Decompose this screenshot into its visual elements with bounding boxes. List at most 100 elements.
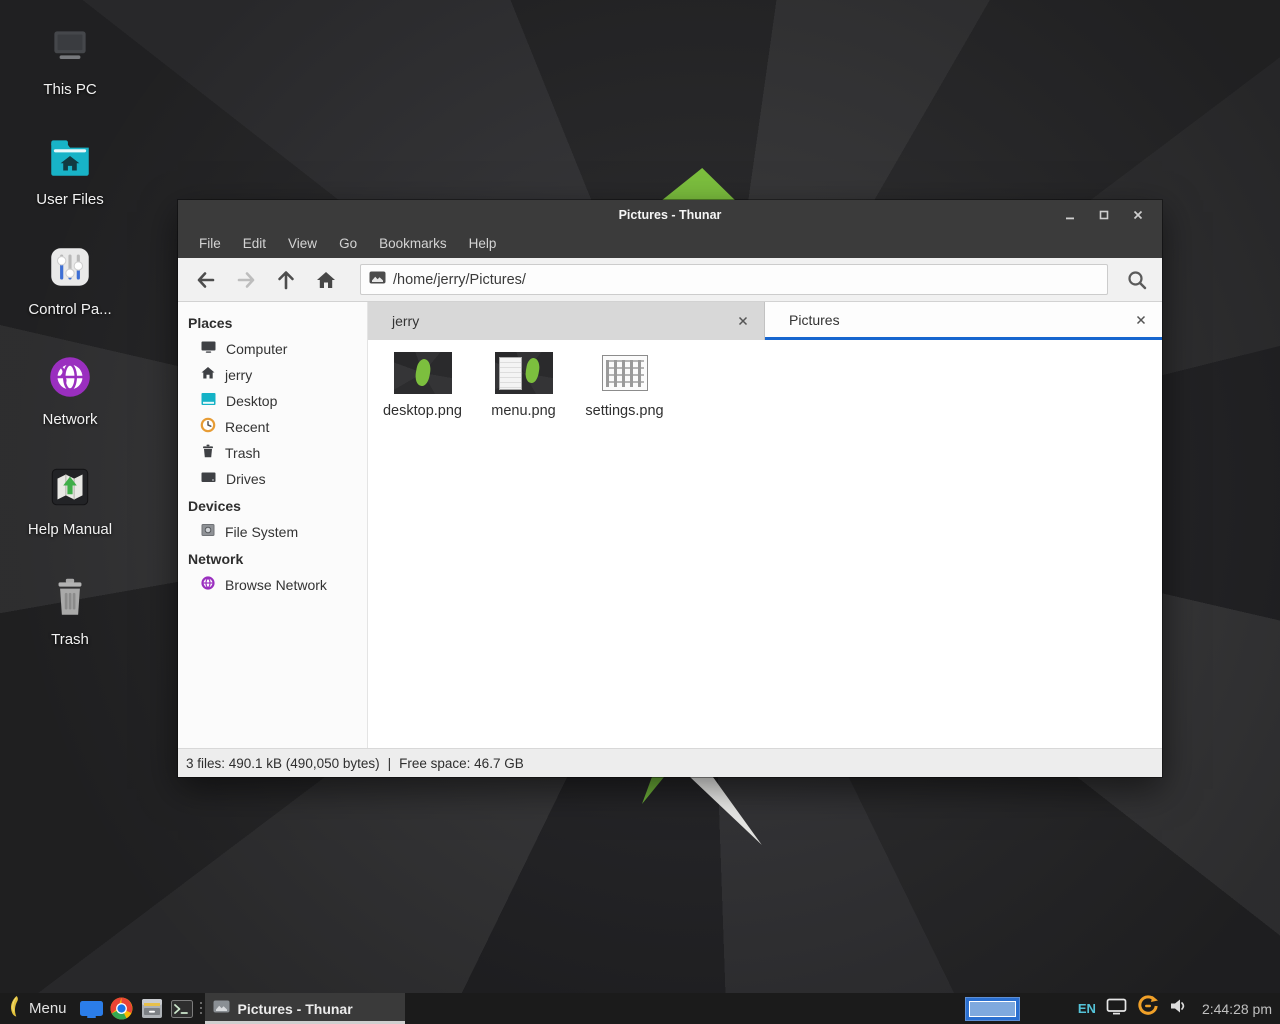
menu-bar: File Edit View Go Bookmarks Help xyxy=(178,230,1162,258)
toolbar: /home/jerry/Pictures/ xyxy=(178,258,1162,302)
system-tray: EN 2:44:28 pm xyxy=(965,995,1280,1022)
home-button[interactable] xyxy=(306,262,346,298)
sidebar-item-desktop[interactable]: Desktop xyxy=(178,388,367,414)
desktop-icon-label: Network xyxy=(42,411,97,428)
desktop-icon-label: Trash xyxy=(51,631,89,648)
desktop-icon-column: This PC User Files xyxy=(14,22,126,682)
status-separator: | xyxy=(388,756,392,771)
path-text: /home/jerry/Pictures/ xyxy=(393,272,526,288)
desktop-icon-trash[interactable]: Trash xyxy=(14,572,126,682)
file-menu-png[interactable]: menu.png xyxy=(473,350,574,419)
desktop-icon-label: Control Pa... xyxy=(28,301,111,318)
desktop-icon-label: This PC xyxy=(43,81,96,98)
wallpaper-green-sliver xyxy=(642,777,664,804)
image-thumbnail xyxy=(495,350,553,396)
sidebar-item-jerry[interactable]: jerry xyxy=(178,362,367,388)
desktop-icon-this-pc[interactable]: This PC xyxy=(14,22,126,132)
globe-icon xyxy=(200,575,216,596)
taskbar-clock[interactable]: 2:44:28 pm xyxy=(1198,1001,1272,1017)
menu-bookmarks[interactable]: Bookmarks xyxy=(368,230,458,258)
sidebar-header-places: Places xyxy=(178,309,367,336)
folder-home-icon xyxy=(45,132,95,182)
thunar-window: Pictures - Thunar File Edit View Go Book… xyxy=(178,200,1162,777)
tab-bar: jerry Pictures xyxy=(368,302,1162,340)
desktop-icon-label: Help Manual xyxy=(28,521,112,538)
maximize-icon[interactable] xyxy=(1094,205,1114,225)
forward-button[interactable] xyxy=(226,262,266,298)
menu-edit[interactable]: Edit xyxy=(232,230,277,258)
status-files-summary: 3 files: 490.1 kB (490,050 bytes) xyxy=(186,756,380,771)
up-button[interactable] xyxy=(266,262,306,298)
pc-icon xyxy=(45,22,95,72)
content-column: jerry Pictures des xyxy=(368,302,1162,748)
window-body: Places Computer jerry xyxy=(178,302,1162,748)
archive-manager-icon[interactable] xyxy=(137,993,167,1024)
tab-close-icon[interactable] xyxy=(734,312,752,330)
sidebar-item-recent[interactable]: Recent xyxy=(178,414,367,440)
desktop-icon-network[interactable]: Network xyxy=(14,352,126,462)
desktop-icon-control-panel[interactable]: Control Pa... xyxy=(14,242,126,352)
status-free-space: Free space: 46.7 GB xyxy=(399,756,524,771)
tab-close-icon[interactable] xyxy=(1132,311,1150,329)
volume-icon[interactable] xyxy=(1169,997,1188,1020)
taskbar-window-button[interactable]: Pictures - Thunar xyxy=(205,993,405,1024)
clock-icon xyxy=(200,417,216,438)
wallpaper-white-blade xyxy=(690,777,764,847)
window-titlebar[interactable]: Pictures - Thunar xyxy=(178,200,1162,230)
window-controls xyxy=(1060,205,1162,225)
display-icon[interactable] xyxy=(1106,998,1127,1020)
file-system-icon xyxy=(200,522,216,543)
sidebar-item-drives[interactable]: Drives xyxy=(178,466,367,492)
desktop: This PC User Files xyxy=(0,0,1280,1024)
back-button[interactable] xyxy=(186,262,226,298)
computer-icon xyxy=(200,339,217,360)
panel-separator-handle[interactable] xyxy=(197,993,205,1024)
sidebar-item-trash[interactable]: Trash xyxy=(178,440,367,466)
sidebar-header-devices: Devices xyxy=(178,492,367,519)
taskbar: Menu xyxy=(0,993,1280,1024)
file-desktop-png[interactable]: desktop.png xyxy=(372,350,473,419)
path-bar[interactable]: /home/jerry/Pictures/ xyxy=(360,264,1108,295)
update-notifier-icon[interactable] xyxy=(1137,995,1159,1022)
workspace-switcher[interactable] xyxy=(965,997,1020,1021)
close-icon[interactable] xyxy=(1128,205,1148,225)
file-settings-png[interactable]: settings.png xyxy=(574,350,675,419)
home-icon xyxy=(200,365,216,386)
network-globe-icon xyxy=(45,352,95,402)
desktop-monitor-icon xyxy=(200,391,217,412)
distro-logo-icon xyxy=(8,995,21,1022)
drives-icon xyxy=(200,469,217,490)
trash-icon xyxy=(45,572,95,622)
minimize-icon[interactable] xyxy=(1060,205,1080,225)
search-icon[interactable] xyxy=(1118,262,1156,298)
image-thumbnail xyxy=(602,350,648,396)
sidebar-item-browse-network[interactable]: Browse Network xyxy=(178,572,367,598)
menu-help[interactable]: Help xyxy=(458,230,508,258)
help-manual-icon xyxy=(45,462,95,512)
file-list[interactable]: desktop.png menu.png settings.png xyxy=(368,340,1162,748)
image-file-icon xyxy=(369,271,386,289)
image-thumbnail xyxy=(394,350,452,396)
menu-file[interactable]: File xyxy=(188,230,232,258)
applications-menu-button[interactable]: Menu xyxy=(0,993,77,1024)
menu-go[interactable]: Go xyxy=(328,230,368,258)
sidebar-item-computer[interactable]: Computer xyxy=(178,336,367,362)
sidebar-item-file-system[interactable]: File System xyxy=(178,519,367,545)
chrome-icon[interactable] xyxy=(107,993,137,1024)
menu-button-label: Menu xyxy=(29,1000,67,1017)
taskbar-window-label: Pictures - Thunar xyxy=(238,1001,353,1017)
desktop-icon-user-files[interactable]: User Files xyxy=(14,132,126,242)
trash-small-icon xyxy=(200,443,216,464)
tab-jerry[interactable]: jerry xyxy=(368,302,765,340)
control-panel-icon xyxy=(45,242,95,292)
terminal-icon[interactable] xyxy=(167,993,197,1024)
desktop-icon-label: User Files xyxy=(36,191,104,208)
tab-pictures[interactable]: Pictures xyxy=(765,302,1162,340)
sidebar: Places Computer jerry xyxy=(178,302,368,748)
desktop-icon-help-manual[interactable]: Help Manual xyxy=(14,462,126,572)
menu-view[interactable]: View xyxy=(277,230,328,258)
file-manager-launcher-icon[interactable] xyxy=(77,993,107,1024)
image-file-icon xyxy=(213,1000,230,1018)
status-bar: 3 files: 490.1 kB (490,050 bytes) | Free… xyxy=(178,748,1162,777)
keyboard-layout-indicator[interactable]: EN xyxy=(1078,1001,1096,1016)
